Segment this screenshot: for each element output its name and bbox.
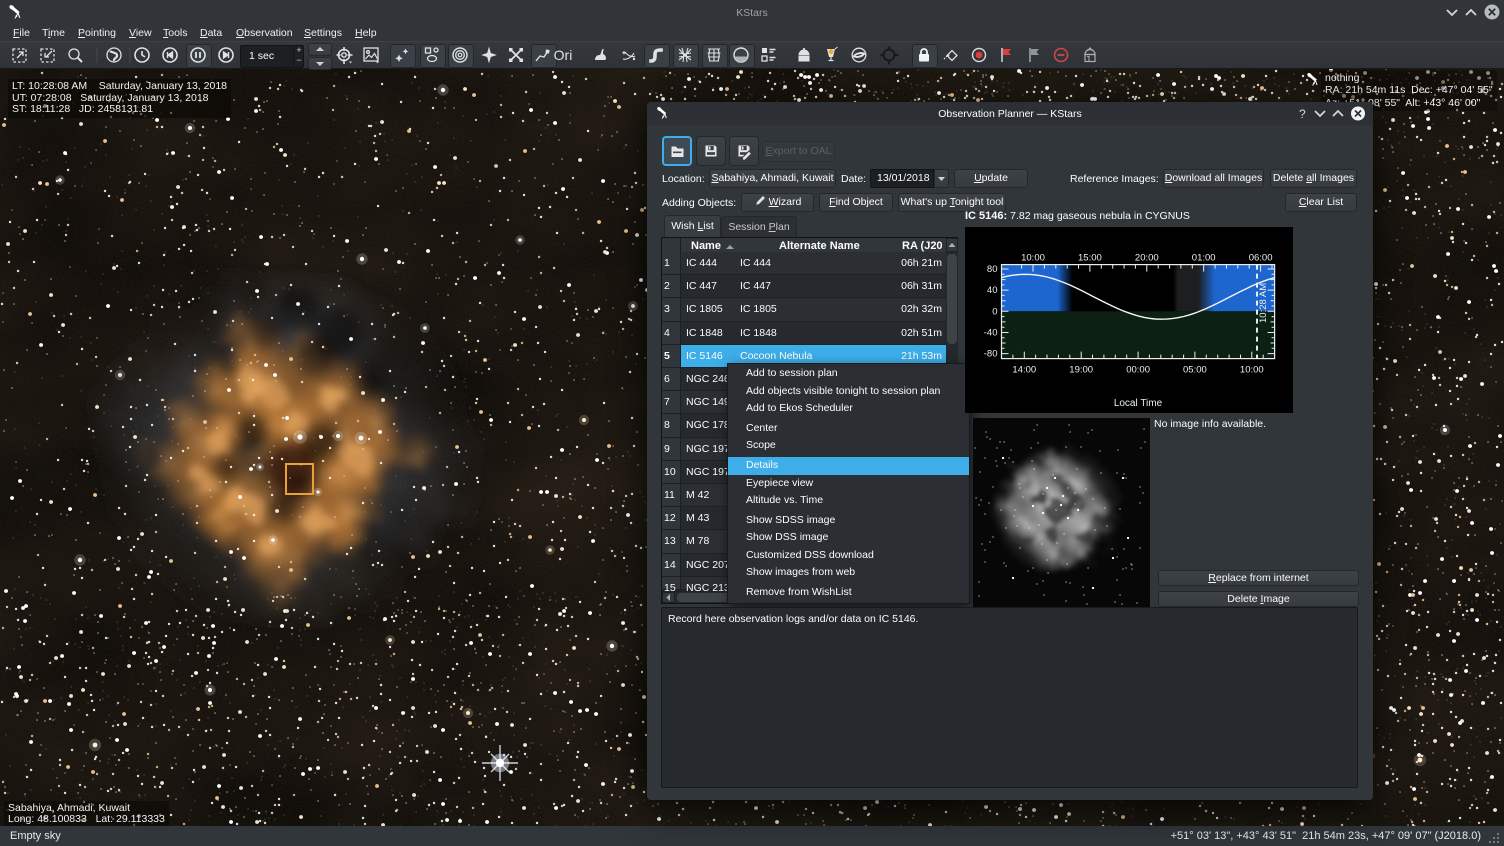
svg-text:-40: -40 xyxy=(984,328,998,339)
svg-text:80: 80 xyxy=(987,264,998,275)
svg-text:05:00: 05:00 xyxy=(1183,365,1207,376)
svg-text:-80: -80 xyxy=(984,349,998,360)
svg-text:0: 0 xyxy=(992,306,997,317)
svg-text:10:00: 10:00 xyxy=(1240,365,1264,376)
svg-text:06:00: 06:00 xyxy=(1249,253,1273,264)
svg-text:14:00: 14:00 xyxy=(1012,365,1036,376)
svg-text:?: ? xyxy=(1299,107,1306,121)
svg-text:19:00: 19:00 xyxy=(1069,365,1093,376)
svg-text:10:28 AM: 10:28 AM xyxy=(1258,283,1269,323)
svg-text:20:00: 20:00 xyxy=(1135,253,1159,264)
svg-text:10:00: 10:00 xyxy=(1021,253,1045,264)
svg-text:Local Time: Local Time xyxy=(1114,398,1163,409)
svg-text:15:00: 15:00 xyxy=(1078,253,1102,264)
svg-text:01:00: 01:00 xyxy=(1192,253,1216,264)
svg-text:00:00: 00:00 xyxy=(1126,365,1150,376)
svg-text:40: 40 xyxy=(987,285,998,296)
svg-text:Ori: Ori xyxy=(554,47,573,63)
